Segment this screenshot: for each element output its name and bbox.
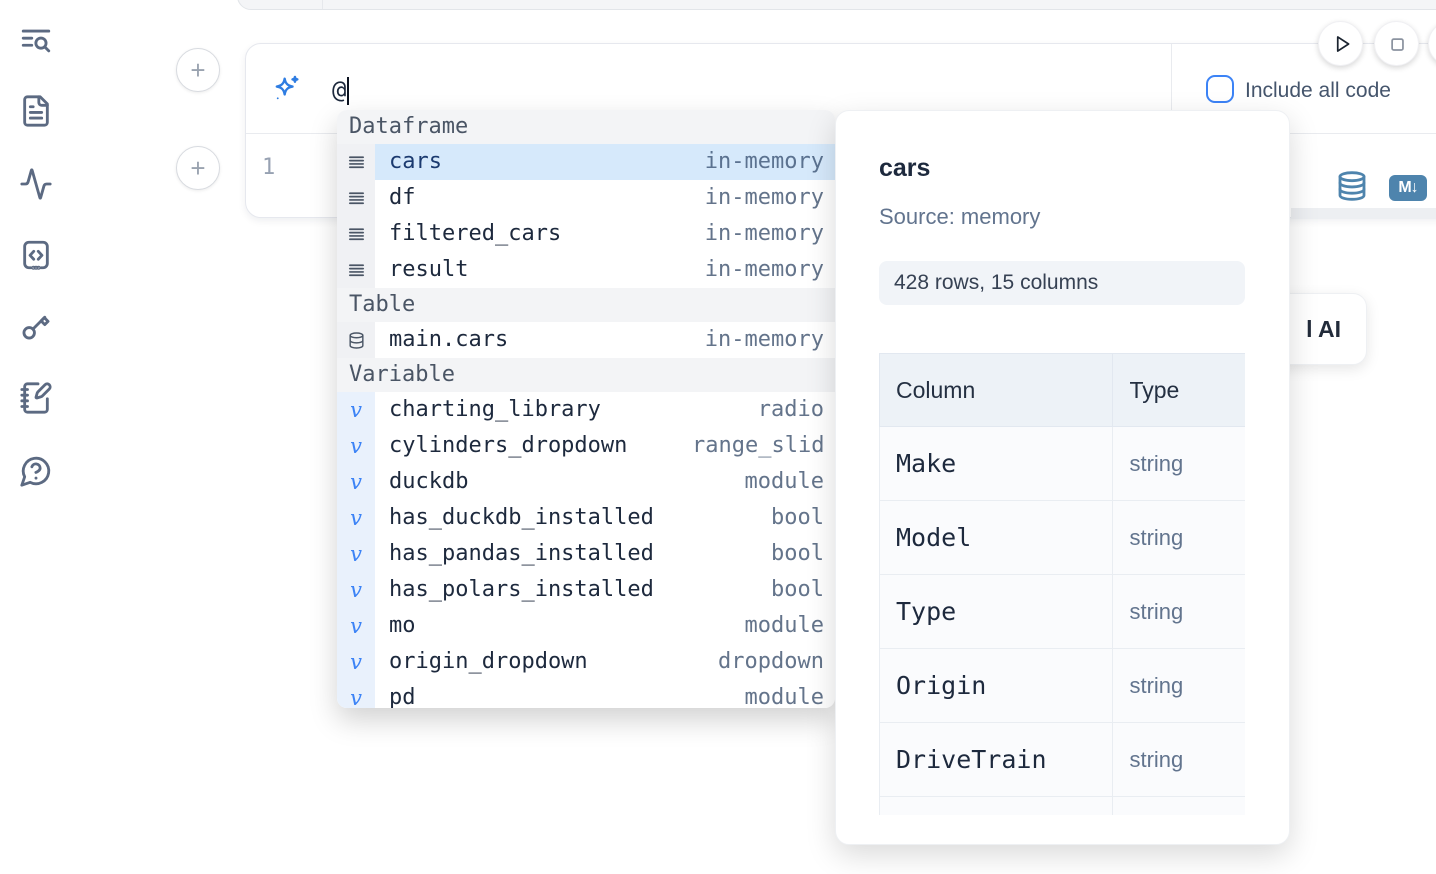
variable-icon: v [337, 428, 375, 464]
autocomplete-item-duckdb[interactable]: v duckdbmodule [337, 464, 835, 500]
list-search-icon[interactable] [18, 23, 54, 59]
activity-icon[interactable] [18, 166, 54, 202]
section-header-dataframe: Dataframe [337, 110, 835, 144]
table-row: Model string [880, 501, 1246, 575]
autocomplete-item-main-cars[interactable]: main.carsin-memory [337, 322, 835, 358]
ai-prompt-value: @ [332, 76, 346, 104]
autocomplete-item-has-duckdb-installed[interactable]: v has_duckdb_installedbool [337, 500, 835, 536]
variable-icon: v [337, 500, 375, 536]
variable-icon: v [337, 536, 375, 572]
text-cursor [347, 77, 349, 105]
previous-cell-divider [322, 0, 323, 9]
run-cell-button[interactable] [1318, 21, 1363, 66]
schema-header-type: Type [1113, 354, 1245, 427]
dataframe-icon [337, 252, 375, 288]
help-icon[interactable] [18, 453, 54, 489]
previous-cell-bottom-edge [237, 0, 1436, 10]
autocomplete-item-filtered-cars[interactable]: filtered_carsin-memory [337, 216, 835, 252]
variable-icon: v [337, 572, 375, 608]
table-row: DriveTrain string [880, 723, 1246, 797]
snippets-icon[interactable] [18, 237, 54, 273]
schema-table-wrap: Column Type Make string Model string Typ… [879, 353, 1245, 815]
shape-badge: 428 rows, 15 columns [879, 261, 1245, 305]
table-row: Make string [880, 427, 1246, 501]
dataframe-icon [337, 180, 375, 216]
key-icon[interactable] [18, 308, 54, 344]
autocomplete-item-cars[interactable]: carsin-memory [337, 144, 835, 180]
preview-title: cars [879, 153, 1245, 183]
sparkles-icon [270, 74, 302, 106]
table-row-clipped [880, 797, 1246, 816]
autocomplete-item-pd[interactable]: v pdmodule [337, 680, 835, 708]
autocomplete-item-clipped: v pdmodule [337, 680, 835, 708]
variable-icon: v [337, 608, 375, 644]
section-header-table: Table [337, 288, 835, 322]
autocomplete-item-result[interactable]: resultin-memory [337, 252, 835, 288]
sidebar [0, 0, 72, 874]
markdown-export-icon[interactable]: M↓ [1389, 175, 1427, 201]
section-header-variable: Variable [337, 358, 835, 392]
dataframe-icon [337, 216, 375, 252]
preview-source: Source: memory [879, 203, 1245, 231]
autocomplete-dropdown: Dataframe carsin-memory dfin-memory filt… [337, 110, 835, 708]
autocomplete-item-has-pandas-installed[interactable]: v has_pandas_installedbool [337, 536, 835, 572]
autocomplete-item-origin-dropdown[interactable]: v origin_dropdowndropdown [337, 644, 835, 680]
dataframe-icon [337, 144, 375, 180]
table-row: Type string [880, 575, 1246, 649]
table-row: Origin string [880, 649, 1246, 723]
include-all-code-label: Include all code [1245, 78, 1391, 104]
autocomplete-item-df[interactable]: dfin-memory [337, 180, 835, 216]
line-number: 1 [262, 155, 275, 180]
variable-icon: v [337, 464, 375, 500]
schema-header-row: Column Type [880, 354, 1246, 427]
schema-table: Column Type Make string Model string Typ… [879, 353, 1245, 815]
add-cell-above-button[interactable]: + [176, 48, 220, 92]
variable-icon: v [337, 680, 375, 708]
cell-footer-strip [1291, 208, 1436, 219]
add-cell-below-button[interactable]: + [176, 146, 220, 190]
autocomplete-item-has-polars-installed[interactable]: v has_polars_installedbool [337, 572, 835, 608]
variable-icon: v [337, 644, 375, 680]
autocomplete-item-mo[interactable]: v momodule [337, 608, 835, 644]
autocomplete-item-charting-library[interactable]: v charting_libraryradio [337, 392, 835, 428]
database-icon[interactable] [1336, 170, 1368, 202]
dataframe-preview-panel: cars Source: memory 428 rows, 15 columns… [835, 110, 1290, 845]
file-text-icon[interactable] [18, 93, 54, 129]
include-all-code-checkbox[interactable] [1206, 75, 1234, 103]
scratchpad-icon[interactable] [18, 380, 54, 416]
stop-button[interactable] [1374, 21, 1419, 66]
autocomplete-item-cylinders-dropdown[interactable]: v cylinders_dropdownrange_slider [337, 428, 835, 464]
table-database-icon [337, 322, 375, 358]
schema-header-column: Column [880, 354, 1113, 427]
variable-icon: v [337, 392, 375, 428]
